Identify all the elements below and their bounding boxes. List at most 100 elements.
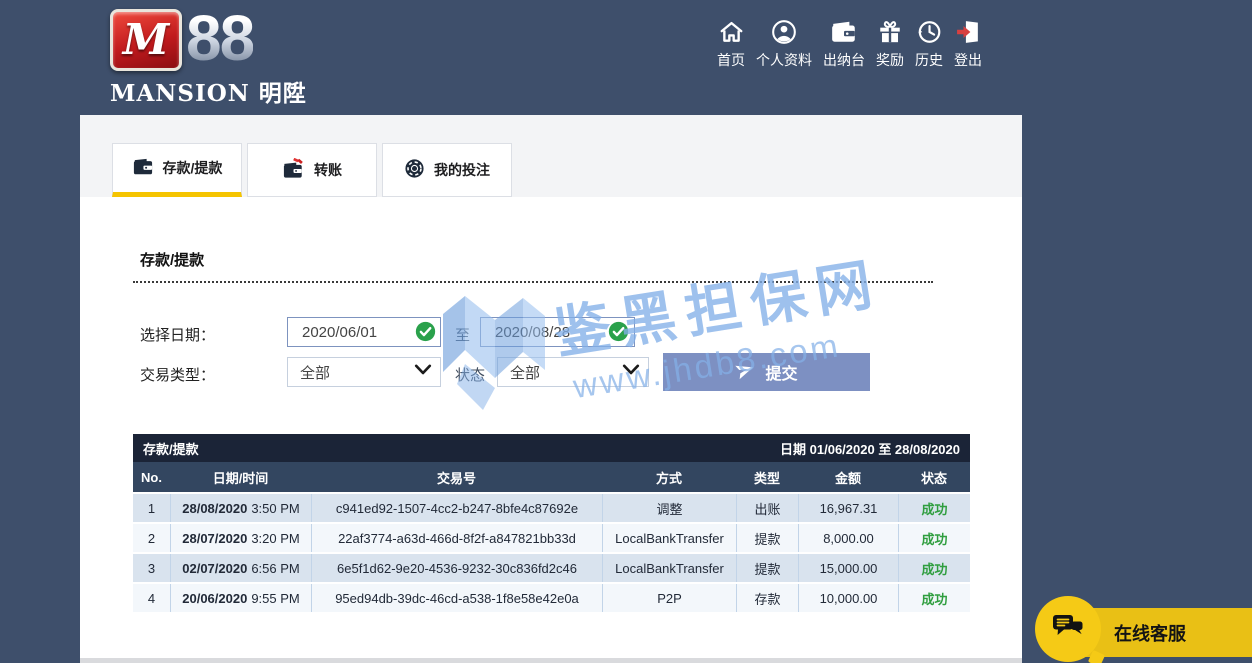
top-navigation: 首页 个人资料 出纳台 奖励: [717, 19, 982, 70]
to-label: 至: [455, 324, 470, 345]
home-icon: [718, 19, 745, 45]
nav-label: 历史: [915, 50, 943, 70]
cell-amount: 16,967.31: [798, 494, 898, 522]
cell-type: 存款: [736, 584, 798, 612]
transaction-type-select[interactable]: 全部: [287, 357, 441, 387]
chat-icon: [1051, 612, 1085, 647]
logo-m-box: M: [110, 9, 182, 71]
history-icon: [916, 19, 942, 45]
cell-txn: 6e5f1d62-9e20-4536-9232-30c836fd2c46: [311, 554, 602, 582]
cell-method: LocalBankTransfer: [602, 524, 736, 552]
tab-my-bets[interactable]: 我的投注: [382, 143, 512, 197]
check-icon: [415, 321, 436, 342]
cell-no: 3: [133, 554, 170, 582]
table-title: 存款/提款: [143, 439, 199, 458]
nav-item-profile[interactable]: 个人资料: [756, 19, 812, 70]
transactions-table: 存款/提款 日期 01/06/2020 至 28/08/2020 No. 日期/…: [133, 434, 970, 612]
cell-status: 成功: [898, 494, 970, 522]
cell-type: 出账: [736, 494, 798, 522]
cell-method: P2P: [602, 584, 736, 612]
send-icon: [735, 360, 755, 385]
tab-transfer[interactable]: 转账: [247, 143, 377, 197]
col-header-type: 类型: [736, 462, 798, 492]
cell-no: 2: [133, 524, 170, 552]
cell-amount: 15,000.00: [798, 554, 898, 582]
cell-method: 调整: [602, 494, 736, 522]
nav-label: 登出: [954, 50, 982, 70]
content-panel: 存款/提款 转账 我的投注 存款/提款 选择日期： 至 交易类型：: [80, 115, 1022, 663]
cell-method: LocalBankTransfer: [602, 554, 736, 582]
cashier-icon: [830, 19, 858, 45]
cell-datetime: 02/07/20206:56 PM: [170, 554, 311, 582]
nav-item-history[interactable]: 历史: [915, 19, 943, 70]
online-service-label: 在线客服: [1114, 620, 1186, 646]
cell-txn: 22af3774-a63d-466d-8f2f-a847821bb33d: [311, 524, 602, 552]
selected-option: 全部: [300, 362, 330, 383]
online-service-pill[interactable]: 在线客服: [1076, 608, 1252, 657]
cell-type: 提款: [736, 524, 798, 552]
nav-item-rewards[interactable]: 奖励: [876, 19, 904, 70]
chevron-down-icon: [622, 363, 640, 381]
rewards-icon: [877, 19, 903, 45]
cell-status: 成功: [898, 524, 970, 552]
nav-label: 首页: [717, 50, 745, 70]
selected-option: 全部: [510, 362, 540, 383]
logo-mansion-text: MANSION 明陞: [110, 74, 307, 108]
logo-m-letter: M: [123, 19, 170, 61]
cell-txn: 95ed94db-39dc-46cd-a538-1f8e58e42e0a: [311, 584, 602, 612]
status-select[interactable]: 全部: [497, 357, 649, 387]
chip-icon: [404, 158, 425, 182]
m88-cashier-page: M 88 MANSION 明陞 首页 个人资料: [0, 0, 1252, 663]
table-row: 1 28/08/20203:50 PM c941ed92-1507-4cc2-b…: [133, 492, 970, 522]
col-header-datetime: 日期/时间: [170, 462, 311, 492]
logo-88-text: 88: [186, 9, 253, 67]
table-header-row: No. 日期/时间 交易号 方式 类型 金额 状态: [133, 462, 970, 492]
col-header-status: 状态: [898, 462, 970, 492]
online-service-button[interactable]: 在线客服: [1030, 594, 1252, 663]
table-row: 4 20/06/20209:55 PM 95ed94db-39dc-46cd-a…: [133, 582, 970, 612]
cell-no: 4: [133, 584, 170, 612]
status-label: 状态: [455, 364, 485, 385]
cell-datetime: 28/08/20203:50 PM: [170, 494, 311, 522]
nav-label: 出纳台: [823, 50, 865, 70]
section-title: 存款/提款: [140, 249, 204, 270]
submit-button[interactable]: 提交: [663, 353, 870, 391]
tab-label: 存款/提款: [163, 158, 223, 178]
profile-icon: [771, 19, 797, 45]
col-header-txn: 交易号: [311, 462, 602, 492]
chevron-down-icon: [414, 363, 432, 381]
cell-type: 提款: [736, 554, 798, 582]
wallet-icon: [132, 157, 154, 180]
tab-label: 转账: [314, 160, 342, 180]
cell-amount: 8,000.00: [798, 524, 898, 552]
tab-deposit-withdrawal[interactable]: 存款/提款: [112, 143, 242, 197]
table-title-bar: 存款/提款 日期 01/06/2020 至 28/08/2020: [133, 434, 970, 462]
cell-datetime: 28/07/20203:20 PM: [170, 524, 311, 552]
m88-logo[interactable]: M 88 MANSION 明陞: [110, 9, 307, 108]
nav-label: 个人资料: [756, 50, 812, 70]
col-header-no: No.: [133, 462, 170, 492]
nav-label: 奖励: [876, 50, 904, 70]
col-header-amount: 金额: [798, 462, 898, 492]
col-header-method: 方式: [602, 462, 736, 492]
nav-item-logout[interactable]: 登出: [954, 19, 982, 70]
transfer-icon: [282, 158, 305, 182]
cell-txn: c941ed92-1507-4cc2-b247-8bfe4c87692e: [311, 494, 602, 522]
submit-label: 提交: [765, 360, 797, 384]
logout-icon: [955, 19, 982, 45]
cell-amount: 10,000.00: [798, 584, 898, 612]
cell-no: 1: [133, 494, 170, 522]
nav-item-home[interactable]: 首页: [717, 19, 745, 70]
chat-bubble-badge[interactable]: [1035, 596, 1101, 662]
table-row: 2 28/07/20203:20 PM 22af3774-a63d-466d-8…: [133, 522, 970, 552]
transaction-type-label: 交易类型：: [140, 364, 215, 385]
top-header: M 88 MANSION 明陞 首页 个人资料: [0, 0, 1252, 115]
panel-footer-strip: [80, 658, 1022, 663]
dotted-divider: [133, 281, 933, 283]
date-range-label: 选择日期：: [140, 324, 215, 345]
check-icon: [608, 321, 629, 342]
nav-item-cashier[interactable]: 出纳台: [823, 19, 865, 70]
cell-status: 成功: [898, 584, 970, 612]
cell-status: 成功: [898, 554, 970, 582]
cell-datetime: 20/06/20209:55 PM: [170, 584, 311, 612]
